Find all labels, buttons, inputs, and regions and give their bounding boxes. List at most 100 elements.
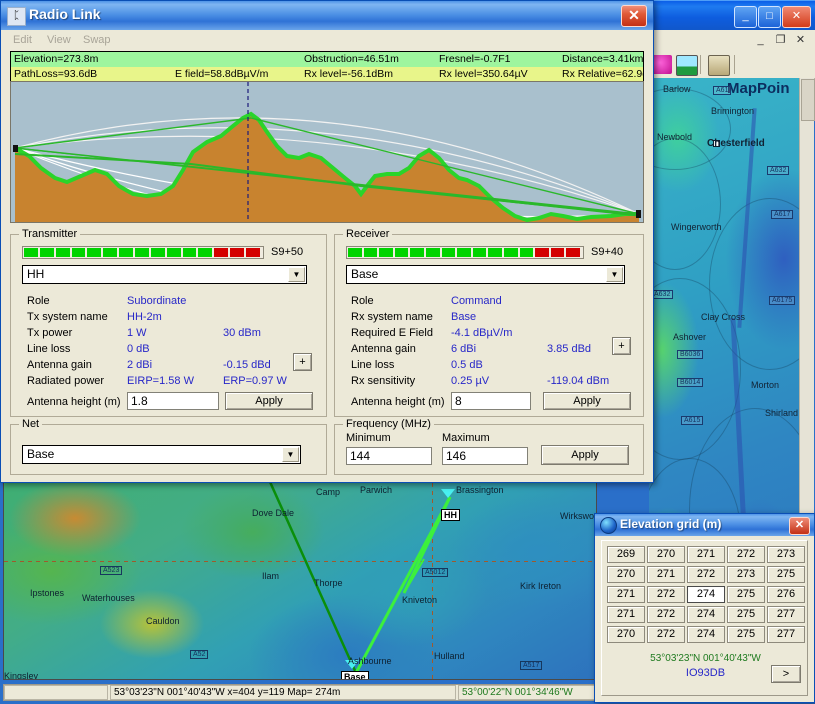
calculator-icon[interactable] [708, 55, 730, 76]
map-road-shield: A617 [771, 210, 794, 219]
elevation-cell[interactable]: 272 [647, 626, 685, 643]
chevron-down-icon-3[interactable]: ▼ [282, 447, 299, 462]
site-marker-hh[interactable] [441, 489, 455, 498]
elevation-cell[interactable]: 271 [687, 546, 725, 563]
elevation-cell[interactable]: 276 [767, 586, 805, 603]
info-fresnel: Fresnel=-0.7F1 [439, 53, 511, 65]
tx-antenna-gain-plus-button[interactable]: + [293, 353, 312, 371]
elevation-grid-title: Elevation grid (m) [620, 517, 722, 531]
elevation-cell[interactable]: 271 [647, 566, 685, 583]
elevation-cell[interactable]: 275 [727, 626, 765, 643]
scrollbar-thumb[interactable] [801, 79, 815, 121]
map-place-label: Kniveton [402, 595, 438, 605]
elevation-cell[interactable]: 271 [607, 586, 645, 603]
background-close-button[interactable]: ✕ [782, 6, 811, 28]
chevron-down-icon[interactable]: ▼ [288, 267, 305, 282]
tx-apply-button[interactable]: Apply [225, 392, 313, 410]
rx-antenna-height-input[interactable]: 8 [451, 392, 531, 410]
receiver-station-combo[interactable]: Base ▼ [346, 265, 625, 284]
elevation-cell[interactable]: 271 [607, 606, 645, 623]
rx-value-role: Command [451, 295, 502, 307]
frequency-min-input[interactable]: 144 [346, 447, 432, 465]
toolbar-separator-2 [734, 55, 735, 74]
map-place-label: Clay Cross [701, 312, 746, 322]
map-road-shield: A6175 [769, 296, 796, 305]
site-label-base: Base [341, 671, 369, 679]
frequency-max-label: Maximum [442, 432, 490, 444]
elevation-cell[interactable]: 269 [607, 546, 645, 563]
elevation-cell[interactable]: 274 [687, 586, 725, 603]
signal-segment [348, 248, 362, 257]
elevation-cell[interactable]: 275 [727, 606, 765, 623]
elevation-cell[interactable]: 275 [767, 566, 805, 583]
mdi-minimize-button[interactable]: _ [752, 33, 769, 49]
elevation-cell[interactable]: 272 [647, 606, 685, 623]
terrain-profile-chart[interactable] [10, 81, 644, 223]
background-maximize-button[interactable]: □ [758, 6, 781, 28]
elevation-grid-next-button[interactable]: > [771, 665, 801, 683]
elevation-cell[interactable]: 270 [607, 566, 645, 583]
elevation-cell[interactable]: 270 [607, 626, 645, 643]
signal-segment [87, 248, 102, 257]
tx-value-antenna-gain: 2 dBi [127, 359, 153, 371]
background-window-titlebar: _ □ ✕ [648, 0, 815, 31]
elevation-cell[interactable]: 270 [647, 546, 685, 563]
signal-segment [566, 248, 580, 257]
elevation-grid-titlebar[interactable]: Elevation grid (m) ✕ [595, 514, 814, 536]
rx-value-required-efield: -4.1 dBµV/m [451, 327, 513, 339]
terrain-map-canvas[interactable]: HH Base Dove Dale Ilam Thorpe Ipstones Water… [3, 482, 597, 680]
chevron-down-icon-2[interactable]: ▼ [606, 267, 623, 282]
tx-label-antenna-gain: Antenna gain [27, 359, 92, 371]
tx-value-antenna-gain-dbd: -0.15 dBd [223, 359, 271, 371]
elevation-cell[interactable]: 274 [687, 606, 725, 623]
map-road-shield: A615 [681, 416, 704, 425]
net-combo[interactable]: Base ▼ [22, 445, 301, 464]
map-place-label: Parwich [360, 485, 393, 495]
map-place-label: Cauldon [146, 616, 180, 626]
signal-segment [119, 248, 134, 257]
elevation-cell[interactable]: 277 [767, 626, 805, 643]
map-road-shield: B6036 [677, 350, 704, 359]
info-elevation: Elevation=273.8m [14, 53, 99, 65]
elevation-cell[interactable]: 277 [767, 606, 805, 623]
mdi-restore-button[interactable]: ❐ [772, 33, 789, 49]
signal-segment [441, 248, 456, 257]
background-minimize-button[interactable]: _ [734, 6, 757, 28]
transmitter-station-combo[interactable]: HH ▼ [22, 265, 307, 284]
elevation-cell[interactable]: 272 [727, 546, 765, 563]
signal-segment [24, 248, 38, 257]
menu-item-view[interactable]: View [41, 33, 77, 47]
elevation-cell[interactable]: 273 [727, 566, 765, 583]
transmitter-group: Transmitter S9+50 HH ▼ Role Subordinate … [10, 228, 327, 417]
map-place-label: Newbold [657, 132, 693, 142]
map-road-shield: B6014 [677, 378, 704, 387]
elevation-cell[interactable]: 273 [767, 546, 805, 563]
rx-antenna-gain-plus-button[interactable]: + [612, 337, 631, 355]
menu-item-edit[interactable]: Edit [7, 33, 38, 47]
elevation-cell[interactable]: 272 [647, 586, 685, 603]
rx-apply-button[interactable]: Apply [543, 392, 631, 410]
menu-item-swap[interactable]: Swap [77, 33, 117, 47]
map-place-label: Morton [751, 380, 780, 390]
map-road-shield: A61 [713, 86, 732, 95]
elevation-cell[interactable]: 274 [687, 626, 725, 643]
statusbar-coordinates-pane: 53°03'23"N 001°40'43"W x=404 y=119 Map= … [110, 685, 456, 700]
radio-link-titlebar[interactable]: ᛈ Radio Link ✕ [1, 1, 653, 30]
rx-label-antenna-gain: Antenna gain [351, 343, 416, 355]
bird-icon[interactable] [652, 55, 672, 74]
mdi-close-button[interactable]: ✕ [792, 33, 809, 49]
terrain-profile-icon[interactable] [676, 55, 698, 76]
radio-link-window: ᛈ Radio Link ✕ Edit View Swap Elevation=… [0, 0, 654, 483]
elevation-cell[interactable]: 272 [687, 566, 725, 583]
tx-value-erp: ERP=0.97 W [223, 375, 287, 387]
tx-value-eirp: EIRP=1.58 W [127, 375, 194, 387]
info-rx-level-uv: Rx level=350.64µV [439, 68, 528, 80]
elevation-grid-table: 269 270 271 272 273 270 271 272 273 275 271 272 274 2… [607, 546, 805, 643]
elevation-cell[interactable]: 275 [727, 586, 765, 603]
info-pathloss: PathLoss=93.6dB [14, 68, 98, 80]
tx-antenna-height-input[interactable]: 1.8 [127, 392, 219, 410]
radio-link-close-button[interactable]: ✕ [621, 5, 647, 27]
frequency-apply-button[interactable]: Apply [541, 445, 629, 465]
frequency-max-input[interactable]: 146 [442, 447, 528, 465]
elevation-grid-close-button[interactable]: ✕ [789, 517, 810, 535]
